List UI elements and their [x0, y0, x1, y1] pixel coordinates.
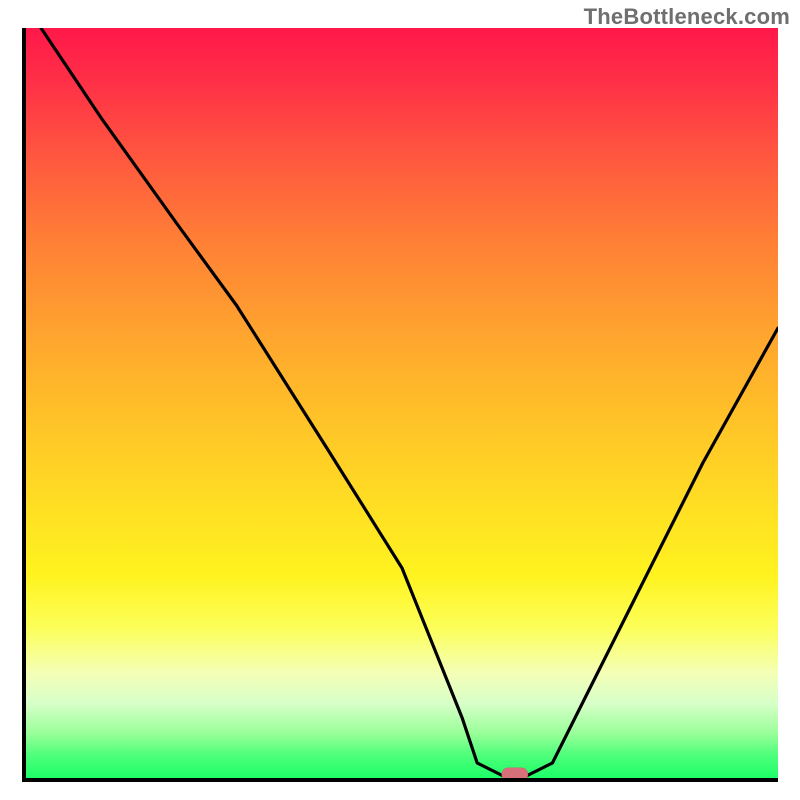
plot-area [22, 28, 778, 782]
watermark-label: TheBottleneck.com [584, 4, 790, 30]
chart-container: TheBottleneck.com [0, 0, 800, 800]
optimum-marker [502, 768, 528, 778]
bottleneck-curve [41, 28, 778, 778]
curve-svg [26, 28, 778, 778]
